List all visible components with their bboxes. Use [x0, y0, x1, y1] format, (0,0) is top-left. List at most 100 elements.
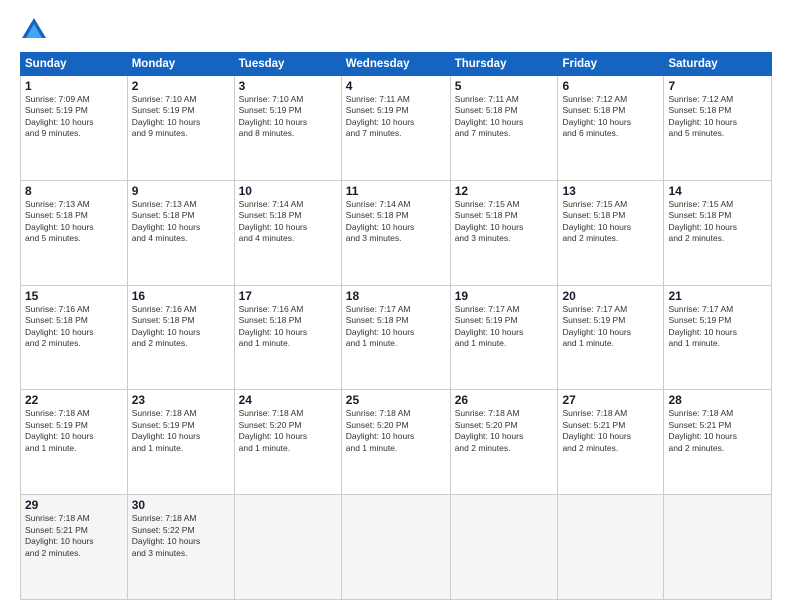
- day-info: Sunrise: 7:12 AM Sunset: 5:18 PM Dayligh…: [562, 94, 659, 140]
- day-number: 24: [239, 393, 337, 407]
- day-number: 5: [455, 79, 554, 93]
- calendar-cell: 3Sunrise: 7:10 AM Sunset: 5:19 PM Daylig…: [234, 76, 341, 181]
- calendar-cell: 30Sunrise: 7:18 AM Sunset: 5:22 PM Dayli…: [127, 495, 234, 600]
- day-info: Sunrise: 7:13 AM Sunset: 5:18 PM Dayligh…: [25, 199, 123, 245]
- day-number: 11: [346, 184, 446, 198]
- calendar-cell: 29Sunrise: 7:18 AM Sunset: 5:21 PM Dayli…: [21, 495, 128, 600]
- calendar-cell: 17Sunrise: 7:16 AM Sunset: 5:18 PM Dayli…: [234, 285, 341, 390]
- calendar-cell: 20Sunrise: 7:17 AM Sunset: 5:19 PM Dayli…: [558, 285, 664, 390]
- calendar-cell: 9Sunrise: 7:13 AM Sunset: 5:18 PM Daylig…: [127, 180, 234, 285]
- day-info: Sunrise: 7:12 AM Sunset: 5:18 PM Dayligh…: [668, 94, 767, 140]
- calendar-cell: 4Sunrise: 7:11 AM Sunset: 5:19 PM Daylig…: [341, 76, 450, 181]
- day-number: 17: [239, 289, 337, 303]
- calendar-table: SundayMondayTuesdayWednesdayThursdayFrid…: [20, 52, 772, 600]
- day-number: 14: [668, 184, 767, 198]
- day-info: Sunrise: 7:17 AM Sunset: 5:19 PM Dayligh…: [455, 304, 554, 350]
- calendar-week-row: 1Sunrise: 7:09 AM Sunset: 5:19 PM Daylig…: [21, 76, 772, 181]
- calendar-cell: 13Sunrise: 7:15 AM Sunset: 5:18 PM Dayli…: [558, 180, 664, 285]
- weekday-header: Sunday: [21, 53, 128, 76]
- day-info: Sunrise: 7:10 AM Sunset: 5:19 PM Dayligh…: [132, 94, 230, 140]
- day-info: Sunrise: 7:09 AM Sunset: 5:19 PM Dayligh…: [25, 94, 123, 140]
- calendar-page: SundayMondayTuesdayWednesdayThursdayFrid…: [0, 0, 792, 612]
- header: [20, 16, 772, 44]
- logo: [20, 16, 52, 44]
- calendar-cell: 28Sunrise: 7:18 AM Sunset: 5:21 PM Dayli…: [664, 390, 772, 495]
- calendar-week-row: 8Sunrise: 7:13 AM Sunset: 5:18 PM Daylig…: [21, 180, 772, 285]
- calendar-cell: 18Sunrise: 7:17 AM Sunset: 5:18 PM Dayli…: [341, 285, 450, 390]
- day-info: Sunrise: 7:11 AM Sunset: 5:19 PM Dayligh…: [346, 94, 446, 140]
- day-number: 28: [668, 393, 767, 407]
- calendar-week-row: 22Sunrise: 7:18 AM Sunset: 5:19 PM Dayli…: [21, 390, 772, 495]
- calendar-cell: 11Sunrise: 7:14 AM Sunset: 5:18 PM Dayli…: [341, 180, 450, 285]
- day-info: Sunrise: 7:14 AM Sunset: 5:18 PM Dayligh…: [239, 199, 337, 245]
- day-number: 1: [25, 79, 123, 93]
- calendar-cell: 7Sunrise: 7:12 AM Sunset: 5:18 PM Daylig…: [664, 76, 772, 181]
- day-number: 27: [562, 393, 659, 407]
- day-info: Sunrise: 7:18 AM Sunset: 5:20 PM Dayligh…: [455, 408, 554, 454]
- calendar-cell: 14Sunrise: 7:15 AM Sunset: 5:18 PM Dayli…: [664, 180, 772, 285]
- calendar-cell: 1Sunrise: 7:09 AM Sunset: 5:19 PM Daylig…: [21, 76, 128, 181]
- day-info: Sunrise: 7:16 AM Sunset: 5:18 PM Dayligh…: [132, 304, 230, 350]
- calendar-cell: 25Sunrise: 7:18 AM Sunset: 5:20 PM Dayli…: [341, 390, 450, 495]
- calendar-cell: 24Sunrise: 7:18 AM Sunset: 5:20 PM Dayli…: [234, 390, 341, 495]
- day-info: Sunrise: 7:18 AM Sunset: 5:21 PM Dayligh…: [25, 513, 123, 559]
- day-info: Sunrise: 7:10 AM Sunset: 5:19 PM Dayligh…: [239, 94, 337, 140]
- weekday-header: Friday: [558, 53, 664, 76]
- logo-icon: [20, 16, 48, 44]
- calendar-cell: [664, 495, 772, 600]
- calendar-cell: 5Sunrise: 7:11 AM Sunset: 5:18 PM Daylig…: [450, 76, 558, 181]
- day-info: Sunrise: 7:18 AM Sunset: 5:19 PM Dayligh…: [25, 408, 123, 454]
- day-info: Sunrise: 7:15 AM Sunset: 5:18 PM Dayligh…: [562, 199, 659, 245]
- day-number: 4: [346, 79, 446, 93]
- day-number: 7: [668, 79, 767, 93]
- day-number: 18: [346, 289, 446, 303]
- calendar-cell: [341, 495, 450, 600]
- day-info: Sunrise: 7:17 AM Sunset: 5:19 PM Dayligh…: [668, 304, 767, 350]
- day-number: 30: [132, 498, 230, 512]
- day-info: Sunrise: 7:18 AM Sunset: 5:20 PM Dayligh…: [346, 408, 446, 454]
- day-number: 23: [132, 393, 230, 407]
- calendar-cell: 12Sunrise: 7:15 AM Sunset: 5:18 PM Dayli…: [450, 180, 558, 285]
- day-info: Sunrise: 7:16 AM Sunset: 5:18 PM Dayligh…: [239, 304, 337, 350]
- day-info: Sunrise: 7:13 AM Sunset: 5:18 PM Dayligh…: [132, 199, 230, 245]
- calendar-cell: 2Sunrise: 7:10 AM Sunset: 5:19 PM Daylig…: [127, 76, 234, 181]
- day-number: 6: [562, 79, 659, 93]
- weekday-header: Thursday: [450, 53, 558, 76]
- day-number: 3: [239, 79, 337, 93]
- day-info: Sunrise: 7:18 AM Sunset: 5:20 PM Dayligh…: [239, 408, 337, 454]
- day-info: Sunrise: 7:17 AM Sunset: 5:19 PM Dayligh…: [562, 304, 659, 350]
- calendar-cell: 6Sunrise: 7:12 AM Sunset: 5:18 PM Daylig…: [558, 76, 664, 181]
- weekday-header: Monday: [127, 53, 234, 76]
- calendar-cell: 22Sunrise: 7:18 AM Sunset: 5:19 PM Dayli…: [21, 390, 128, 495]
- weekday-header-row: SundayMondayTuesdayWednesdayThursdayFrid…: [21, 53, 772, 76]
- calendar-cell: 19Sunrise: 7:17 AM Sunset: 5:19 PM Dayli…: [450, 285, 558, 390]
- day-info: Sunrise: 7:18 AM Sunset: 5:19 PM Dayligh…: [132, 408, 230, 454]
- day-number: 9: [132, 184, 230, 198]
- calendar-cell: [234, 495, 341, 600]
- day-info: Sunrise: 7:18 AM Sunset: 5:21 PM Dayligh…: [562, 408, 659, 454]
- calendar-cell: 23Sunrise: 7:18 AM Sunset: 5:19 PM Dayli…: [127, 390, 234, 495]
- day-info: Sunrise: 7:18 AM Sunset: 5:22 PM Dayligh…: [132, 513, 230, 559]
- calendar-cell: 15Sunrise: 7:16 AM Sunset: 5:18 PM Dayli…: [21, 285, 128, 390]
- day-number: 25: [346, 393, 446, 407]
- day-info: Sunrise: 7:14 AM Sunset: 5:18 PM Dayligh…: [346, 199, 446, 245]
- day-number: 26: [455, 393, 554, 407]
- day-number: 22: [25, 393, 123, 407]
- calendar-cell: [558, 495, 664, 600]
- day-number: 20: [562, 289, 659, 303]
- day-number: 8: [25, 184, 123, 198]
- weekday-header: Tuesday: [234, 53, 341, 76]
- day-number: 12: [455, 184, 554, 198]
- day-number: 21: [668, 289, 767, 303]
- day-number: 16: [132, 289, 230, 303]
- calendar-cell: 16Sunrise: 7:16 AM Sunset: 5:18 PM Dayli…: [127, 285, 234, 390]
- calendar-cell: 26Sunrise: 7:18 AM Sunset: 5:20 PM Dayli…: [450, 390, 558, 495]
- day-info: Sunrise: 7:15 AM Sunset: 5:18 PM Dayligh…: [668, 199, 767, 245]
- day-number: 15: [25, 289, 123, 303]
- weekday-header: Saturday: [664, 53, 772, 76]
- calendar-week-row: 29Sunrise: 7:18 AM Sunset: 5:21 PM Dayli…: [21, 495, 772, 600]
- calendar-cell: 27Sunrise: 7:18 AM Sunset: 5:21 PM Dayli…: [558, 390, 664, 495]
- calendar-week-row: 15 Sunrise: 7:16 AM Sunset: 5:18 PM Dayli…: [21, 285, 772, 390]
- day-number: 13: [562, 184, 659, 198]
- day-info: Sunrise: 7:17 AM Sunset: 5:18 PM Dayligh…: [346, 304, 446, 350]
